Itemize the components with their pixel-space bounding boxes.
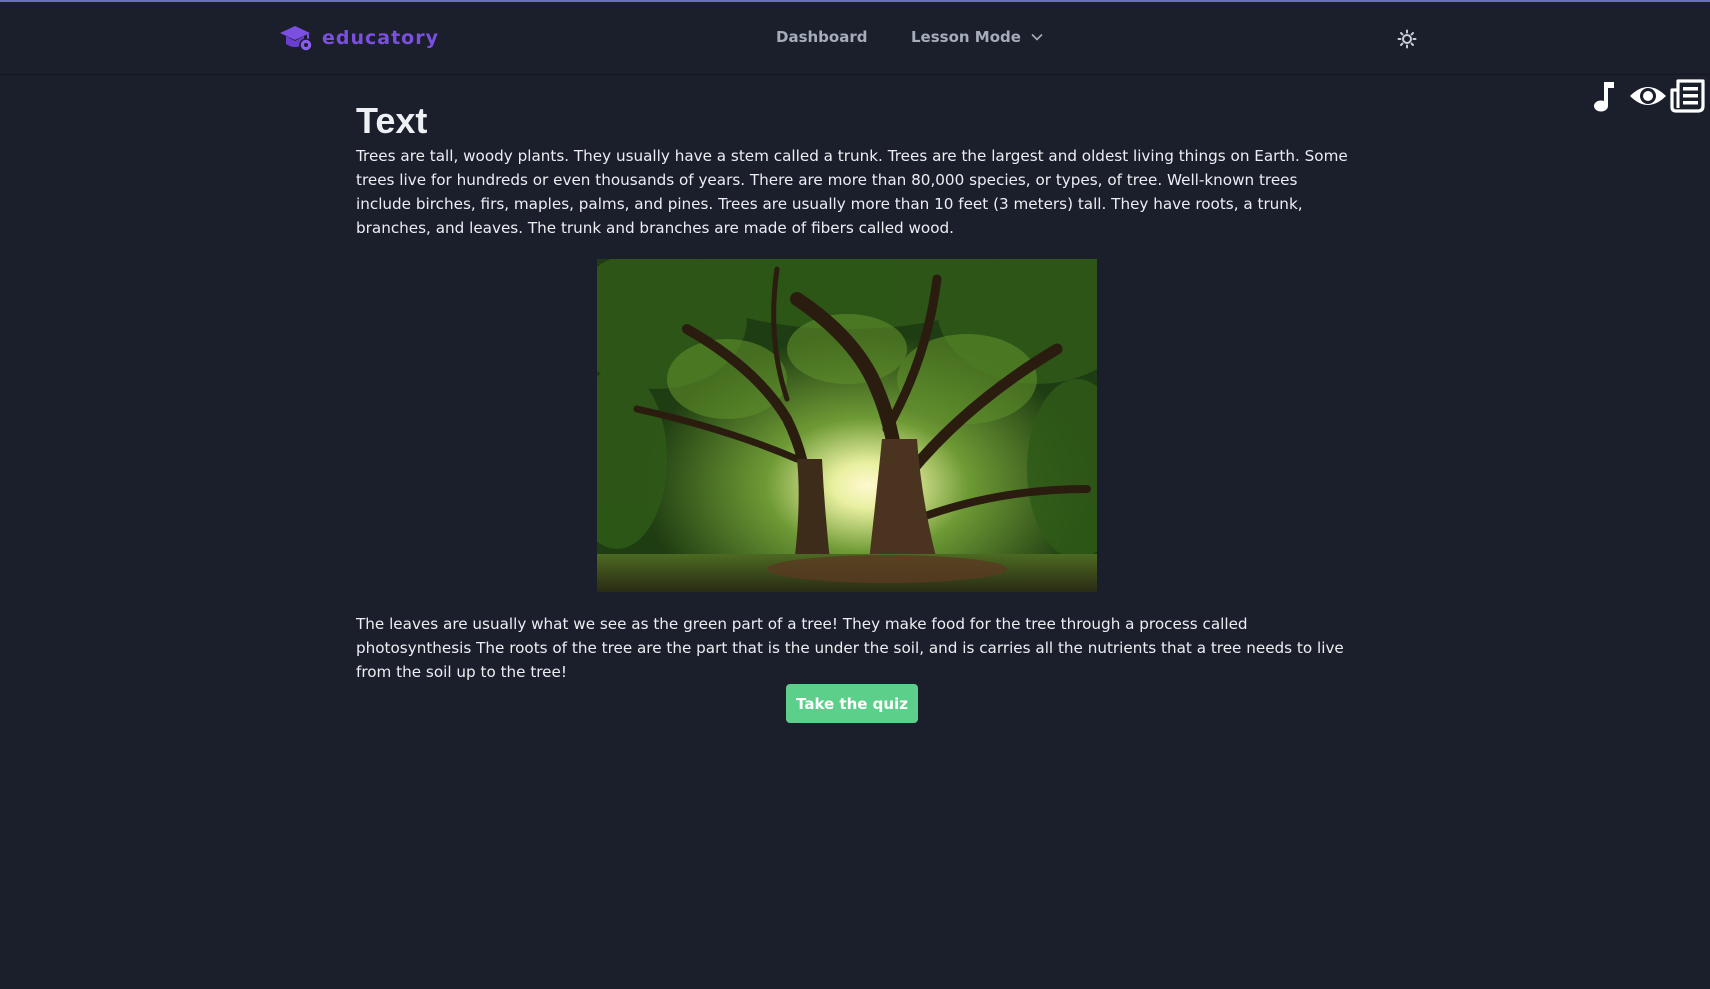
- graduation-cap-icon: [280, 26, 313, 52]
- take-quiz-button[interactable]: Take the quiz: [786, 684, 918, 723]
- sun-icon[interactable]: [1397, 29, 1417, 49]
- navbar: educatory Dashboard Lesson Mode: [0, 2, 1710, 75]
- brand-name: educatory: [322, 27, 439, 49]
- lesson-paragraph-1: Trees are tall, woody plants. They usual…: [356, 147, 1348, 237]
- lesson-paragraph-2: The leaves are usually what we see as th…: [356, 615, 1344, 681]
- nav-dashboard-label: Dashboard: [776, 28, 868, 46]
- eye-icon[interactable]: [1628, 81, 1668, 111]
- lesson-content: Text Trees are tall, woody plants. They …: [356, 98, 1352, 240]
- lesson-mode-dropdown[interactable]: Lesson Mode: [911, 28, 1043, 46]
- page-title: Text: [356, 100, 428, 141]
- nav-dashboard-link[interactable]: Dashboard: [776, 28, 867, 46]
- tree-image: [597, 259, 1097, 592]
- chevron-down-icon: [1031, 33, 1043, 41]
- brand-logo-link[interactable]: educatory: [278, 23, 439, 53]
- lesson-mode-label: Lesson Mode: [911, 28, 1021, 46]
- lesson-mode-toolbar: [1592, 78, 1706, 114]
- newspaper-icon[interactable]: [1670, 78, 1706, 114]
- music-note-icon[interactable]: [1592, 79, 1618, 113]
